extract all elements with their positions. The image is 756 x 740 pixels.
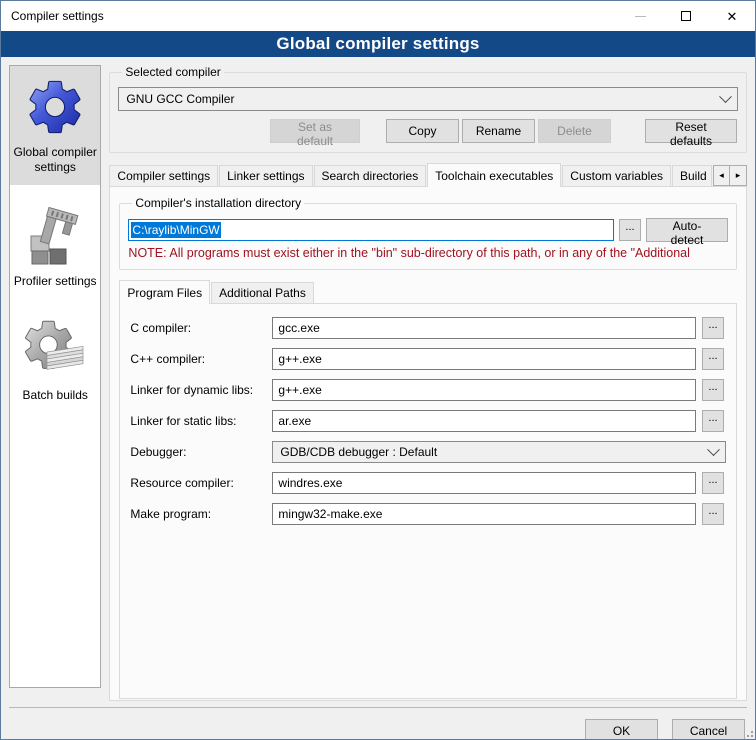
tab-scroll-right-icon: ▸	[736, 170, 741, 180]
tab-custom-variables[interactable]: Custom variables	[562, 165, 671, 186]
compiler-button-row: Set as default Copy Rename Delete Reset …	[118, 119, 738, 143]
debugger-select[interactable]: GDB/CDB debugger : Default	[272, 441, 726, 463]
c-compiler-value: gcc.exe	[278, 321, 319, 335]
sidebar-item-profiler-settings[interactable]: Profiler settings	[10, 195, 100, 299]
window-controls: ✕	[617, 1, 755, 31]
maximize-button[interactable]	[663, 1, 709, 31]
installation-directory-browse-button[interactable]: ...	[619, 219, 641, 241]
settings-tabs: Compiler settings Linker settings Search…	[109, 162, 747, 186]
selected-compiler-group-label: Selected compiler	[122, 65, 223, 79]
compiler-select-value: GNU GCC Compiler	[126, 92, 234, 106]
caliper-icon	[23, 204, 87, 268]
make-program-input[interactable]: mingw32-make.exe	[272, 503, 696, 525]
program-files-page: C compiler: gcc.exe ... C++ compiler: g+…	[119, 303, 737, 699]
sidebar-item-global-compiler-settings[interactable]: Global compiler settings	[10, 66, 100, 185]
close-icon: ✕	[727, 10, 738, 23]
linker-static-value: ar.exe	[278, 414, 311, 428]
make-program-browse-button[interactable]: ...	[702, 503, 724, 525]
settings-sidebar: Global compiler settings	[9, 65, 101, 688]
field-label: Debugger:	[130, 445, 266, 459]
tab-compiler-settings[interactable]: Compiler settings	[109, 165, 218, 186]
auto-detect-button[interactable]: Auto-detect	[646, 218, 728, 242]
reset-defaults-button[interactable]: Reset defaults	[645, 119, 737, 143]
tab-toolchain-executables[interactable]: Toolchain executables	[427, 163, 561, 187]
program-files-tabs: Program Files Additional Paths	[119, 279, 737, 303]
linker-dynamic-browse-button[interactable]: ...	[702, 379, 724, 401]
minimize-icon	[635, 16, 646, 17]
field-label: Linker for dynamic libs:	[130, 383, 266, 397]
gear-blue-icon	[23, 75, 87, 139]
cpp-compiler-input[interactable]: g++.exe	[272, 348, 696, 370]
delete-button[interactable]: Delete	[538, 119, 611, 143]
linker-dynamic-input[interactable]: g++.exe	[272, 379, 696, 401]
field-row-debugger: Debugger: GDB/CDB debugger : Default	[130, 441, 726, 463]
sidebar-item-label: Batch builds	[23, 388, 88, 403]
tab-search-directories[interactable]: Search directories	[314, 165, 427, 186]
tab-scroll-left-icon: ◂	[719, 170, 724, 180]
installation-directory-note: NOTE: All programs must exist either in …	[128, 246, 728, 260]
main-panel: Selected compiler GNU GCC Compiler Set a…	[109, 65, 747, 701]
field-label: C compiler:	[130, 321, 266, 335]
installation-directory-input[interactable]: C:\raylib\MinGW	[128, 219, 614, 241]
maximize-icon	[681, 11, 691, 21]
sidebar-item-label: Profiler settings	[14, 274, 97, 289]
cancel-button[interactable]: Cancel	[672, 719, 745, 740]
gear-stack-icon	[23, 318, 87, 382]
cpp-compiler-browse-button[interactable]: ...	[702, 348, 724, 370]
title-bar: Compiler settings ✕	[1, 1, 755, 31]
field-row-linker-static: Linker for static libs: ar.exe ...	[130, 410, 726, 432]
copy-button[interactable]: Copy	[386, 119, 459, 143]
resource-compiler-input[interactable]: windres.exe	[272, 472, 696, 494]
toolchain-executables-page: Compiler's installation directory C:\ray…	[109, 186, 747, 701]
close-button[interactable]: ✕	[709, 1, 755, 31]
tab-program-files[interactable]: Program Files	[119, 280, 210, 304]
field-row-make-program: Make program: mingw32-make.exe ...	[130, 503, 726, 525]
tab-build-options[interactable]: Build	[672, 165, 712, 186]
resize-grip-icon[interactable]	[745, 729, 753, 737]
field-label: Make program:	[130, 507, 266, 521]
linker-dynamic-value: g++.exe	[278, 383, 321, 397]
linker-static-browse-button[interactable]: ...	[702, 410, 724, 432]
tab-scroll-left-button[interactable]: ◂	[713, 165, 730, 186]
installation-directory-group: Compiler's installation directory C:\ray…	[119, 196, 737, 270]
selected-compiler-group: Selected compiler GNU GCC Compiler Set a…	[109, 65, 747, 153]
dialog-body: Global compiler settings	[1, 57, 755, 698]
chevron-down-icon	[719, 90, 732, 103]
field-label: Linker for static libs:	[130, 414, 266, 428]
linker-static-input[interactable]: ar.exe	[272, 410, 696, 432]
window-title: Compiler settings	[1, 9, 617, 23]
installation-directory-group-label: Compiler's installation directory	[132, 196, 304, 210]
field-row-linker-dynamic: Linker for dynamic libs: g++.exe ...	[130, 379, 726, 401]
dialog-header: Global compiler settings	[1, 31, 755, 57]
field-row-cpp-compiler: C++ compiler: g++.exe ...	[130, 348, 726, 370]
rename-button[interactable]: Rename	[462, 119, 535, 143]
set-as-default-button[interactable]: Set as default	[270, 119, 360, 143]
c-compiler-input[interactable]: gcc.exe	[272, 317, 696, 339]
installation-directory-value: C:\raylib\MinGW	[131, 222, 220, 238]
tab-linker-settings[interactable]: Linker settings	[219, 165, 312, 186]
field-row-c-compiler: C compiler: gcc.exe ...	[130, 317, 726, 339]
installation-directory-row: C:\raylib\MinGW ... Auto-detect	[128, 218, 728, 242]
chevron-down-icon	[707, 443, 720, 456]
cpp-compiler-value: g++.exe	[278, 352, 321, 366]
tab-scrollers: ◂ ▸	[713, 165, 747, 186]
tab-scroll-right-button[interactable]: ▸	[730, 165, 747, 186]
ok-button[interactable]: OK	[585, 719, 658, 740]
field-label: C++ compiler:	[130, 352, 266, 366]
compiler-settings-dialog: Compiler settings ✕ Global compiler sett…	[0, 0, 756, 740]
sidebar-item-batch-builds[interactable]: Batch builds	[10, 309, 100, 413]
minimize-button[interactable]	[617, 1, 663, 31]
c-compiler-browse-button[interactable]: ...	[702, 317, 724, 339]
field-label: Resource compiler:	[130, 476, 266, 490]
field-row-resource-compiler: Resource compiler: windres.exe ...	[130, 472, 726, 494]
compiler-select[interactable]: GNU GCC Compiler	[118, 87, 738, 111]
sidebar-item-label: Global compiler settings	[12, 145, 98, 175]
resource-compiler-browse-button[interactable]: ...	[702, 472, 724, 494]
make-program-value: mingw32-make.exe	[278, 507, 382, 521]
dialog-footer: OK Cancel	[9, 707, 747, 740]
debugger-value: GDB/CDB debugger : Default	[280, 445, 437, 459]
tab-additional-paths[interactable]: Additional Paths	[211, 282, 314, 303]
resource-compiler-value: windres.exe	[278, 476, 342, 490]
